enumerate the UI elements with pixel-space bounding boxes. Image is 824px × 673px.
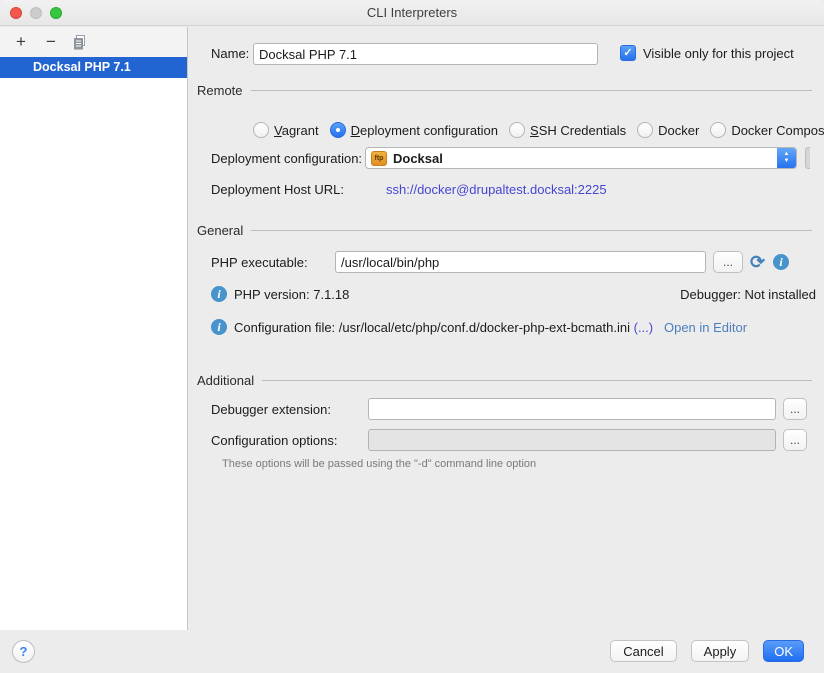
configuration-file-row: Configuration file: /usr/local/etc/php/c… <box>234 320 747 335</box>
traffic-lights <box>10 7 62 19</box>
php-executable-browse-button[interactable]: ... <box>713 251 743 273</box>
name-label: Name: <box>211 46 249 61</box>
php-executable-label: PHP executable: <box>211 255 308 270</box>
section-rule <box>262 380 812 381</box>
deployment-host-url-value: ssh://docker@drupaltest.docksal:2225 <box>386 182 607 197</box>
apply-button[interactable]: Apply <box>691 640 750 662</box>
radio-circle-selected <box>330 122 346 138</box>
copy-interpreter-icon[interactable] <box>72 35 86 50</box>
general-section-header: General <box>197 222 812 238</box>
interpreter-settings: Name: ✓ Visible only for this project Re… <box>189 26 824 630</box>
configuration-options-label: Configuration options: <box>211 433 337 448</box>
remove-interpreter-button[interactable]: − <box>42 34 60 50</box>
interpreter-list-toolbar: + − <box>0 27 187 57</box>
php-executable-input[interactable] <box>335 251 706 273</box>
section-rule <box>251 90 812 91</box>
interpreter-list-item[interactable]: Docksal PHP 7.1 <box>0 57 187 78</box>
deployment-configuration-select[interactable]: ftp Docksal ▲ ▼ <box>365 147 797 169</box>
radio-ssh-credentials[interactable]: SSH Credentials <box>509 121 626 139</box>
remote-section-header: Remote <box>197 82 812 98</box>
debugger-status-text: Debugger: Not installed <box>680 287 816 302</box>
checkmark-icon: ✓ <box>623 47 632 59</box>
sftp-icon: ftp <box>371 151 387 166</box>
radio-docker[interactable]: Docker <box>637 121 699 139</box>
remote-type-radio-group: Vagrant Deployment configuration SSH Cre… <box>253 121 824 139</box>
add-interpreter-button[interactable]: + <box>12 34 30 50</box>
radio-circle <box>637 122 653 138</box>
dialog-footer: ? Cancel Apply OK <box>0 630 824 673</box>
ok-button[interactable]: OK <box>763 640 804 662</box>
help-button[interactable]: ? <box>12 640 35 663</box>
cancel-button[interactable]: Cancel <box>610 640 676 662</box>
radio-deployment-configuration[interactable]: Deployment configuration <box>330 121 498 139</box>
window-title: CLI Interpreters <box>367 5 457 20</box>
footer-actions: Cancel Apply OK <box>610 640 804 662</box>
radio-circle <box>710 122 726 138</box>
debugger-extension-label: Debugger extension: <box>211 402 331 417</box>
reload-phpinfo-icon[interactable]: ⟳ <box>750 253 765 271</box>
configuration-file-more-link[interactable]: (...) <box>634 320 654 335</box>
configuration-file-text: Configuration file: /usr/local/etc/php/c… <box>234 320 630 335</box>
radio-circle <box>253 122 269 138</box>
cli-interpreters-dialog: CLI Interpreters + − Docksal PHP 7.1 Nam… <box>0 0 824 673</box>
minimize-window-button[interactable] <box>30 7 42 19</box>
debugger-extension-browse-button[interactable]: ... <box>783 398 807 420</box>
titlebar[interactable]: CLI Interpreters <box>0 0 824 26</box>
deployment-host-url-label: Deployment Host URL: <box>211 182 344 197</box>
deployment-configuration-value: Docksal <box>393 151 443 166</box>
radio-docker-compose[interactable]: Docker Compose <box>710 121 824 139</box>
zoom-window-button[interactable] <box>50 7 62 19</box>
select-stepper-icon[interactable]: ▲ ▼ <box>777 148 796 168</box>
radio-vagrant[interactable]: Vagrant <box>253 121 319 139</box>
configuration-options-input[interactable] <box>368 429 776 451</box>
interpreter-list-panel: + − Docksal PHP 7.1 <box>0 27 188 630</box>
configuration-options-browse-button[interactable]: ... <box>783 429 807 451</box>
clipped-browse-button[interactable] <box>805 147 810 169</box>
remote-section-title: Remote <box>197 83 243 98</box>
debugger-extension-input[interactable] <box>368 398 776 420</box>
php-version-info-icon: i <box>211 286 227 302</box>
show-phpinfo-icon[interactable]: i <box>773 254 789 270</box>
deployment-configuration-label: Deployment configuration: <box>211 151 362 166</box>
section-rule <box>251 230 812 231</box>
open-in-editor-link[interactable]: Open in Editor <box>664 320 747 335</box>
additional-section-header: Additional <box>197 372 812 388</box>
configuration-file-info-icon: i <box>211 319 227 335</box>
configuration-options-hint: These options will be passed using the "… <box>222 458 536 470</box>
close-window-button[interactable] <box>10 7 22 19</box>
visible-only-checkbox[interactable]: ✓ <box>620 45 636 61</box>
name-input[interactable] <box>253 43 598 65</box>
radio-circle <box>509 122 525 138</box>
additional-section-title: Additional <box>197 373 254 388</box>
general-section-title: General <box>197 223 243 238</box>
php-version-text: PHP version: 7.1.18 <box>234 287 349 302</box>
visible-only-label: Visible only for this project <box>643 46 794 61</box>
